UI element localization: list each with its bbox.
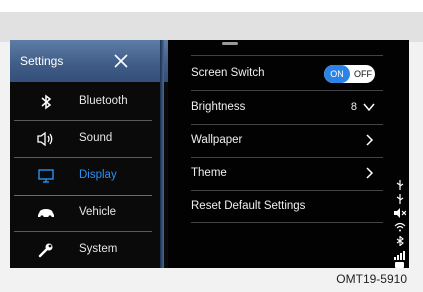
theme-row[interactable]: Theme	[191, 157, 383, 190]
chevron-right-icon	[366, 167, 374, 179]
infotainment-screen: Settings Bluetooth Sound Display Vehicle…	[10, 40, 409, 268]
sidebar-item-vehicle[interactable]: Vehicle	[10, 195, 160, 232]
signal-icon	[394, 251, 405, 260]
sidebar-item-display[interactable]: Display	[10, 158, 160, 195]
chevron-down-icon[interactable]	[363, 101, 375, 113]
car-icon	[36, 204, 56, 222]
screen-switch-label: Screen Switch	[191, 67, 265, 79]
scroll-handle[interactable]	[222, 42, 238, 45]
reset-row[interactable]: Reset Default Settings	[191, 190, 383, 223]
toggle-on-label: ON	[324, 65, 350, 83]
divider	[191, 55, 383, 56]
sidebar-item-sound[interactable]: Sound	[10, 121, 160, 158]
sidebar-item-system[interactable]: System	[10, 232, 160, 268]
sidebar-item-label: Bluetooth	[79, 95, 128, 107]
chevron-right-icon	[366, 134, 374, 146]
settings-title: Settings	[20, 54, 64, 68]
screen-switch-toggle[interactable]: ON OFF	[324, 65, 375, 83]
settings-header: Settings	[10, 40, 168, 82]
usb-icon	[396, 180, 404, 190]
reset-default-label: Reset Default Settings	[191, 200, 306, 212]
mute-icon	[394, 208, 406, 218]
theme-label: Theme	[191, 167, 227, 179]
speaker-icon	[36, 130, 56, 148]
sidebar-edge	[160, 40, 164, 268]
brightness-value: 8	[350, 101, 357, 113]
wifi-icon	[394, 222, 406, 232]
sidebar-item-label: System	[79, 243, 118, 255]
usb-icon	[396, 194, 404, 204]
bluetooth-icon	[36, 93, 56, 111]
sidebar-item-label: Vehicle	[79, 206, 117, 218]
top-margin	[0, 0, 423, 12]
bezel-band	[0, 12, 423, 42]
figure-code: OMT19-5910	[336, 272, 407, 286]
brightness-row[interactable]: Brightness 8	[191, 91, 383, 124]
wallpaper-label: Wallpaper	[191, 134, 243, 146]
close-icon[interactable]	[111, 51, 131, 71]
screen-switch-row: Screen Switch ON OFF	[191, 57, 383, 90]
sidebar-item-label: Sound	[79, 132, 113, 144]
settings-sidebar: Settings Bluetooth Sound Display Vehicle…	[10, 40, 168, 268]
status-bar	[394, 180, 408, 268]
toggle-off-label: OFF	[354, 69, 372, 79]
bluetooth-status-icon	[396, 236, 404, 246]
wrench-icon	[36, 241, 56, 259]
sidebar-item-label: Display	[79, 169, 117, 181]
brightness-label: Brightness	[191, 101, 246, 113]
wallpaper-row[interactable]: Wallpaper	[191, 124, 383, 157]
monitor-icon	[36, 167, 56, 185]
divider	[191, 222, 383, 223]
sidebar-item-bluetooth[interactable]: Bluetooth	[10, 84, 160, 121]
battery-icon	[395, 262, 404, 268]
